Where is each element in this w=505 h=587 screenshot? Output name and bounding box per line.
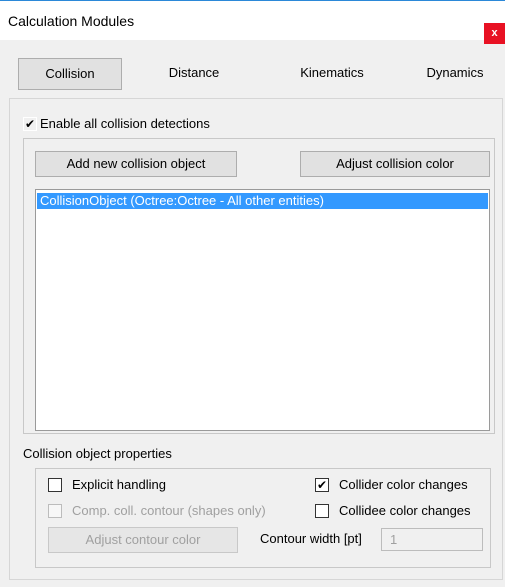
contour-width-label: Contour width [pt] [260,531,362,546]
tab-dynamics[interactable]: Dynamics [410,58,500,90]
explicit-handling-label: Explicit handling [72,477,166,492]
close-button[interactable]: x [484,23,505,44]
collidee-color-changes-checkbox[interactable] [315,504,329,518]
tab-bar: Collision Distance Kinematics Dynamics [0,52,505,98]
comp-coll-contour-checkbox[interactable] [48,504,62,518]
tab-collision[interactable]: Collision [18,58,122,90]
contour-width-input[interactable]: 1 [381,528,483,551]
enable-all-collision-label: Enable all collision detections [40,116,210,131]
collision-object-properties-label: Collision object properties [23,446,172,461]
title-bar: Calculation Modules x [0,0,505,44]
add-collision-object-button[interactable]: Add new collision object [35,151,237,177]
collider-color-changes-label: Collider color changes [339,477,468,492]
adjust-collision-color-button[interactable]: Adjust collision color [300,151,490,177]
tab-distance[interactable]: Distance [150,58,238,90]
calculation-modules-window: Calculation Modules x Collision Distance… [0,0,505,587]
window-title: Calculation Modules [8,13,135,29]
comp-coll-contour-label: Comp. coll. contour (shapes only) [72,503,266,518]
enable-all-collision-checkbox[interactable]: ✔ [23,117,37,131]
explicit-handling-checkbox[interactable] [48,478,62,492]
collision-object-list[interactable]: CollisionObject (Octree:Octree - All oth… [35,189,490,431]
adjust-contour-color-button[interactable]: Adjust contour color [48,527,238,553]
collidee-color-changes-label: Collidee color changes [339,503,471,518]
tab-kinematics[interactable]: Kinematics [284,58,380,90]
collider-color-changes-checkbox[interactable]: ✔ [315,478,329,492]
list-item[interactable]: CollisionObject (Octree:Octree - All oth… [37,193,488,209]
